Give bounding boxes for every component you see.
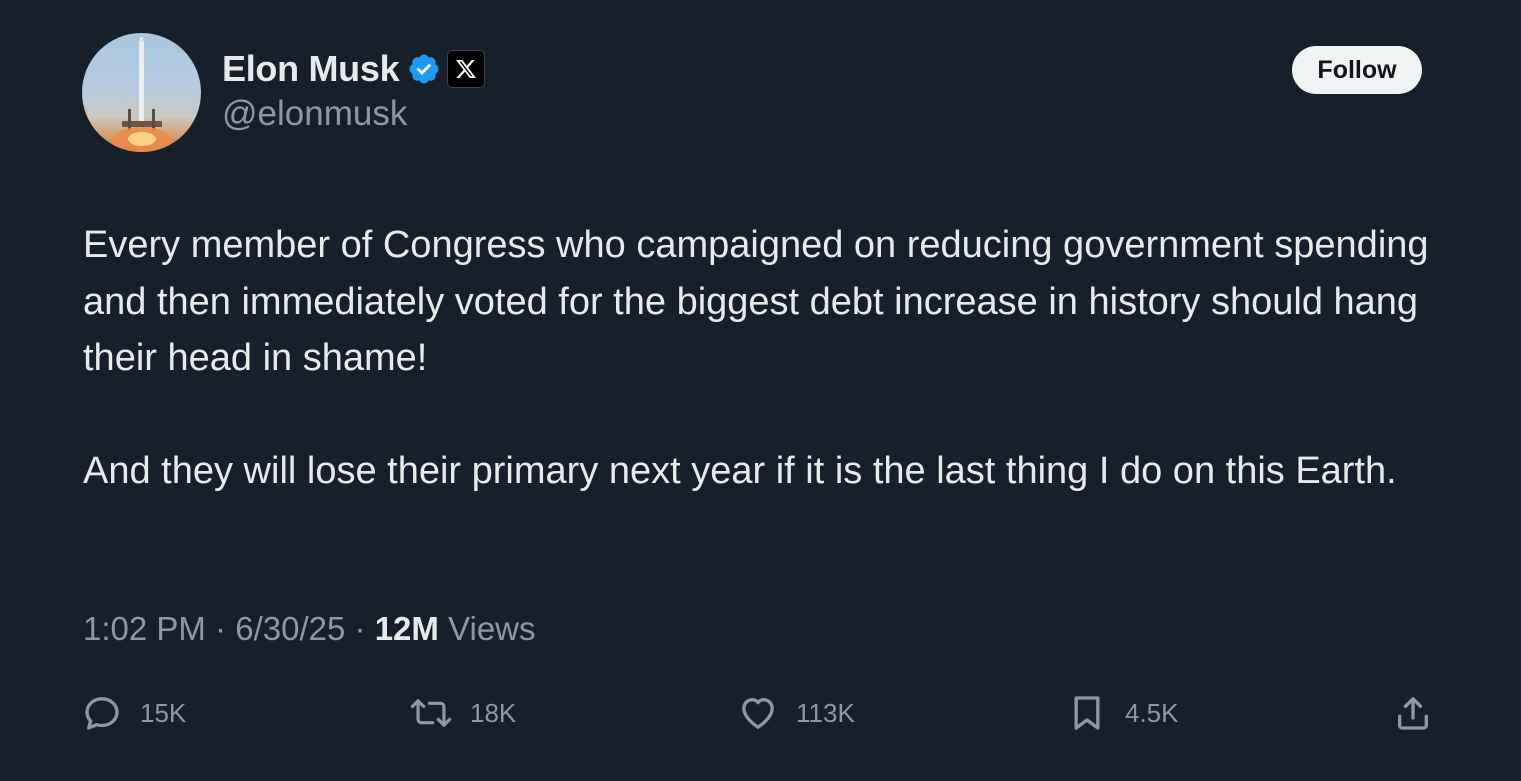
bookmark-button[interactable]: 4.5K (1067, 690, 1179, 736)
tweet-text: Every member of Congress who campaigned … (83, 217, 1463, 500)
meta-separator: · (215, 610, 227, 647)
views-label: Views (448, 610, 536, 647)
tweet-time[interactable]: 1:02 PM (83, 610, 206, 647)
share-icon (1398, 697, 1428, 730)
reply-button[interactable]: 15K (82, 690, 186, 736)
repost-button[interactable]: 18K (410, 690, 516, 736)
reply-count: 15K (140, 697, 187, 728)
heart-icon (742, 698, 774, 729)
views-count: 12M (374, 610, 439, 647)
tweet-card: Elon Musk @elonmusk Follow Every member … (0, 0, 1521, 781)
author-handle[interactable]: @elonmusk (222, 94, 407, 134)
bookmark-icon (1074, 696, 1100, 730)
like-button[interactable]: 113K (738, 690, 855, 736)
reply-icon (85, 697, 119, 730)
follow-button[interactable]: Follow (1292, 46, 1422, 94)
tweet-paragraph: And they will lose their primary next ye… (83, 450, 1397, 492)
verified-badge-icon[interactable] (407, 52, 441, 86)
tweet-date[interactable]: 6/30/25 (235, 610, 345, 647)
meta-separator: · (354, 610, 366, 647)
like-count: 113K (796, 697, 855, 728)
share-button[interactable] (1393, 690, 1433, 736)
repost-count: 18K (470, 697, 517, 728)
tweet-paragraph: Every member of Congress who campaigned … (83, 224, 1429, 379)
author-display-name[interactable]: Elon Musk (222, 48, 400, 90)
avatar[interactable] (82, 33, 201, 152)
bookmark-count: 4.5K (1125, 697, 1179, 728)
x-logo-icon[interactable] (447, 50, 486, 88)
author-name-row: Elon Musk (222, 46, 486, 92)
repost-icon (410, 699, 452, 727)
tweet-meta: 1:02 PM · 6/30/25 · 12M Views (83, 610, 536, 648)
rocket-launch-image (112, 37, 172, 152)
